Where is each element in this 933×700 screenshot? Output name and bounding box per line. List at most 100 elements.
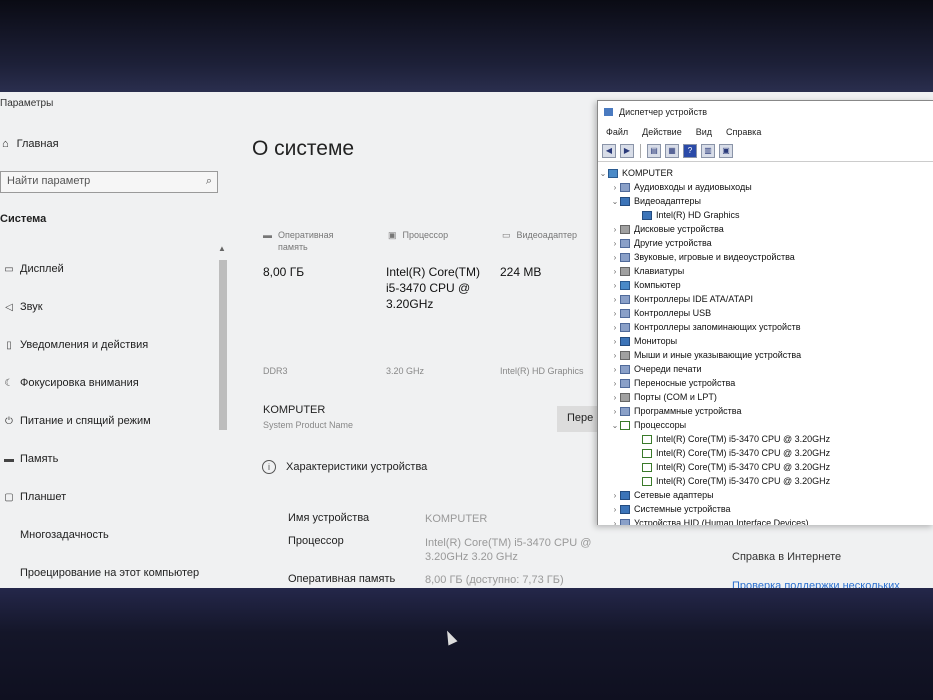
expand-icon[interactable]: › [610, 351, 620, 360]
nav-item-display[interactable]: ▭ Дисплей [0, 250, 215, 288]
spec-value-gpu: 224 MB [500, 265, 542, 279]
tree-label: Переносные устройства [634, 378, 736, 388]
expand-icon[interactable]: › [610, 295, 620, 304]
tree-label: Очереди печати [634, 364, 702, 374]
tree-label: Устройства HID (Human Interface Devices) [634, 518, 809, 525]
expand-icon[interactable]: › [610, 183, 620, 192]
expand-icon[interactable]: › [610, 365, 620, 374]
expand-icon[interactable]: › [610, 267, 620, 276]
view-icon[interactable]: ▥ [701, 144, 715, 158]
help-title: Справка в Интернете [732, 551, 842, 563]
expand-icon[interactable]: › [610, 281, 620, 290]
back-icon[interactable]: ◀ [602, 144, 616, 158]
tree-category[interactable]: › Аудиовходы и аудиовыходы [598, 180, 933, 194]
tree-category[interactable]: ⌄ Процессоры [598, 418, 933, 432]
menu-file[interactable]: Файл [606, 127, 628, 137]
nav-item-power[interactable]: ⏻ Питание и спящий режим [0, 402, 215, 440]
menu-view[interactable]: Вид [696, 127, 712, 137]
hardware-icon [620, 350, 630, 360]
scroll-thumb[interactable] [219, 260, 227, 430]
scroll-up-icon: ▲ [218, 244, 226, 253]
help-link[interactable]: Проверка поддержки нескольких [732, 580, 900, 588]
row-value-cpu: Intel(R) Core(TM) i5-3470 CPU @ 3.20GHz … [425, 537, 592, 564]
device-icon [620, 308, 630, 318]
collapse-icon[interactable]: ⌄ [610, 421, 620, 430]
monitor-bezel-bottom [0, 588, 933, 700]
tree-category[interactable]: › Мониторы [598, 334, 933, 348]
tree-category[interactable]: › Клавиатуры [598, 264, 933, 278]
help-icon[interactable]: ? [683, 144, 697, 158]
tree-category[interactable]: › Мыши и иные указывающие устройства [598, 348, 933, 362]
device-icon [620, 238, 630, 248]
forward-icon[interactable]: ▶ [620, 144, 634, 158]
tree-label: Дисковые устройства [634, 224, 724, 234]
spec-head-ram: ▬ Оперативная память [263, 230, 334, 252]
show-hide-tree-icon[interactable]: ▤ [647, 144, 661, 158]
expand-icon[interactable]: › [610, 407, 620, 416]
hardware-icon [620, 392, 630, 402]
page-title: О системе [252, 137, 355, 160]
tree-category[interactable]: › Системные устройства [598, 502, 933, 516]
nav-scrollbar[interactable]: ▲ [218, 244, 228, 534]
tree-category[interactable]: › Контроллеры USB [598, 306, 933, 320]
expand-icon[interactable]: › [610, 491, 620, 500]
tree-category[interactable]: › Компьютер [598, 278, 933, 292]
hardware-icon [620, 266, 630, 276]
tree-category[interactable]: › Дисковые устройства [598, 222, 933, 236]
nav-item-tablet[interactable]: ▢ Планшет [0, 478, 215, 516]
nav-item-notifications[interactable]: ▯ Уведомления и действия [0, 326, 215, 364]
processor-icon [642, 434, 652, 444]
expand-icon[interactable]: › [610, 309, 620, 318]
tree-category[interactable]: ⌄ Видеоадаптеры [598, 194, 933, 208]
menu-help[interactable]: Справка [726, 127, 761, 137]
tree-category[interactable]: › Сетевые адаптеры [598, 488, 933, 502]
tree-category[interactable]: › Переносные устройства [598, 376, 933, 390]
scan-hardware-icon[interactable]: ▣ [719, 144, 733, 158]
search-input[interactable]: Найти параметр ⌕ [0, 171, 218, 193]
expand-icon[interactable]: › [610, 393, 620, 402]
tree-device[interactable]: Intel(R) Core(TM) i5-3470 CPU @ 3.20GHz [598, 474, 933, 488]
tree-category[interactable]: › Звуковые, игровые и видеоустройства [598, 250, 933, 264]
spec-value-cpu: Intel(R) Core(TM) i5-3470 CPU @ 3.20GHz [386, 265, 481, 312]
tree-device[interactable]: Intel(R) Core(TM) i5-3470 CPU @ 3.20GHz [598, 460, 933, 474]
tree-device[interactable]: Intel(R) Core(TM) i5-3470 CPU @ 3.20GHz [598, 446, 933, 460]
collapse-icon[interactable]: ⌄ [610, 197, 620, 206]
expand-icon[interactable]: › [610, 337, 620, 346]
search-icon: ⌕ [205, 175, 212, 187]
tree-category[interactable]: › Другие устройства [598, 236, 933, 250]
menu-action[interactable]: Действие [642, 127, 682, 137]
nav-item-focus[interactable]: ☾ Фокусировка внимания [0, 364, 215, 402]
expand-icon[interactable]: › [610, 505, 620, 514]
expand-icon[interactable]: › [610, 239, 620, 248]
tree-device[interactable]: Intel(R) HD Graphics [598, 208, 933, 222]
tree-category[interactable]: › Порты (COM и LPT) [598, 390, 933, 404]
cpu-icon: ▣ [388, 230, 397, 240]
hardware-icon [620, 224, 630, 234]
tree-label: Intel(R) Core(TM) i5-3470 CPU @ 3.20GHz [656, 448, 831, 458]
expand-icon[interactable]: › [610, 379, 620, 388]
nav-item-storage[interactable]: ▬ Память [0, 440, 215, 478]
tree-label: Программные устройства [634, 406, 742, 416]
device-manager-window: Диспетчер устройств Файл Действие Вид Сп… [597, 100, 933, 525]
nav-item-sound[interactable]: ◁ Звук [0, 288, 215, 326]
nav-item-projecting[interactable]: Проецирование на этот компьютер [0, 554, 215, 588]
tree-category[interactable]: › Очереди печати [598, 362, 933, 376]
expand-icon[interactable]: › [610, 253, 620, 262]
expand-icon[interactable]: › [610, 519, 620, 526]
tablet-icon: ▢ [4, 491, 14, 503]
tree-label: Компьютер [634, 280, 681, 290]
home-link[interactable]: ⌂ Главная [2, 138, 59, 150]
tree-category[interactable]: › Программные устройства [598, 404, 933, 418]
tree-root[interactable]: ⌄ KOMPUTER [598, 166, 933, 180]
properties-icon[interactable]: ▦ [665, 144, 679, 158]
tree-category[interactable]: › Устройства HID (Human Interface Devices… [598, 516, 933, 525]
tree-category[interactable]: › Контроллеры запоминающих устройств [598, 320, 933, 334]
tree-category[interactable]: › Контроллеры IDE ATA/ATAPI [598, 292, 933, 306]
expand-icon[interactable]: › [610, 323, 620, 332]
tree-device[interactable]: Intel(R) Core(TM) i5-3470 CPU @ 3.20GHz [598, 432, 933, 446]
nav-item-multitasking[interactable]: Многозадачность [0, 516, 215, 554]
expand-icon[interactable]: › [610, 225, 620, 234]
computer-icon [608, 168, 618, 178]
collapse-icon[interactable]: ⌄ [598, 169, 608, 178]
tree-label: Контроллеры USB [634, 308, 712, 318]
